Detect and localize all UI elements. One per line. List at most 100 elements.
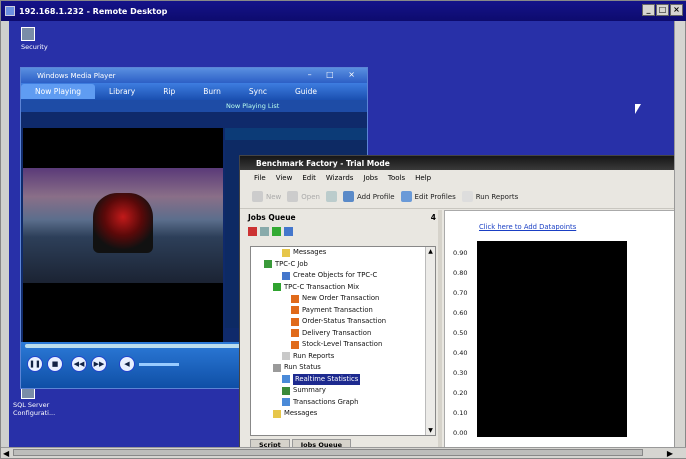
mute-icon[interactable]: ◀ <box>119 356 135 372</box>
mouse-pointer-icon <box>635 104 641 114</box>
tree-node[interactable]: Payment Transaction <box>251 305 435 317</box>
menu-wizards[interactable]: Wizards <box>326 174 354 182</box>
new-button[interactable]: New <box>252 191 281 202</box>
media-player-window-controls[interactable]: – □ × <box>308 70 361 79</box>
tree-node[interactable]: TPC-C Job <box>251 259 435 271</box>
desktop-icon-security[interactable]: Security <box>21 27 48 51</box>
run-reports-button[interactable]: Run Reports <box>461 191 518 202</box>
horizontal-scrollbar[interactable]: ◀ ▶ <box>1 447 686 458</box>
tab-guide[interactable]: Guide <box>281 87 331 96</box>
scroll-left-icon[interactable]: ◀ <box>3 449 9 458</box>
tree-node-label: Summary <box>293 386 326 394</box>
transaction-icon <box>291 329 299 338</box>
menu-file[interactable]: File <box>254 174 266 182</box>
benchmark-factory-window: Benchmark Factory - Trial Mode File View… <box>239 155 679 452</box>
tree-node[interactable]: Summary <box>251 385 435 397</box>
bf-title-bar: Benchmark Factory - Trial Mode <box>240 156 678 170</box>
save-button[interactable] <box>325 191 337 202</box>
tree-node-label: TPC-C Job <box>275 259 308 268</box>
tree-node[interactable]: Messages <box>251 408 435 420</box>
tree-node[interactable]: Run Reports <box>251 351 435 363</box>
menu-view[interactable]: View <box>276 174 293 182</box>
remote-desktop-title-bar: 192.168.1.232 - Remote Desktop _ □ × <box>1 1 686 21</box>
edit-profiles-button[interactable]: Edit Profiles <box>400 191 456 202</box>
tab-sync[interactable]: Sync <box>235 87 281 96</box>
delete-job-icon[interactable] <box>248 226 257 236</box>
transaction-icon <box>291 317 299 326</box>
tree-node-label: Run Reports <box>293 351 335 360</box>
tree-scrollbar[interactable]: ▲ ▼ <box>425 247 435 435</box>
stop-job-icon[interactable] <box>260 226 269 236</box>
run-job-icon[interactable] <box>272 226 281 236</box>
add-profile-icon <box>342 191 354 202</box>
y-tick-label: 0.90 <box>453 249 468 257</box>
previous-icon[interactable]: ◀◀ <box>71 356 87 372</box>
schedule-job-icon[interactable] <box>284 226 293 236</box>
new-label: New <box>266 192 282 201</box>
scroll-thumb[interactable] <box>13 449 643 456</box>
y-tick-label: 0.30 <box>453 369 468 377</box>
panel-splitter[interactable] <box>438 210 442 450</box>
y-tick-label: 0.80 <box>453 269 468 277</box>
run-reports-icon <box>282 352 290 361</box>
close-button[interactable]: × <box>670 4 683 16</box>
minimize-button[interactable]: _ <box>642 4 655 16</box>
media-player-subbar: Now Playing List <box>21 100 367 112</box>
race-car-image <box>93 193 153 253</box>
pin-icon[interactable]: 4 <box>431 213 436 222</box>
tree-node[interactable]: Realtime Statistics <box>251 373 435 385</box>
tree-node[interactable]: Messages <box>251 247 435 259</box>
tree-node[interactable]: Stock-Level Transaction <box>251 339 435 351</box>
tab-library[interactable]: Library <box>95 87 149 96</box>
menu-help[interactable]: Help <box>415 174 431 182</box>
menu-tools[interactable]: Tools <box>388 174 405 182</box>
jobs-tree[interactable]: Messages TPC-C Job Create Objects for TPC-… <box>250 246 436 436</box>
tree-node-label: Transactions Graph <box>293 397 359 406</box>
maximize-button[interactable]: □ <box>656 4 669 16</box>
y-tick-label: 0.60 <box>453 309 468 317</box>
pause-icon[interactable]: ❚❚ <box>27 356 43 372</box>
tree-node[interactable]: New Order Transaction <box>251 293 435 305</box>
next-icon[interactable]: ▶▶ <box>91 356 107 372</box>
menu-edit[interactable]: Edit <box>302 174 316 182</box>
vertical-scrollbar[interactable] <box>674 21 685 449</box>
add-datapoints-link[interactable]: Click here to Add Datapoints <box>479 223 576 231</box>
tab-now-playing[interactable]: Now Playing <box>21 84 95 99</box>
tree-node-label: Payment Transaction <box>302 305 373 314</box>
new-icon <box>252 191 263 202</box>
tree-node[interactable]: TPC-C Transaction Mix <box>251 282 435 294</box>
playlist-header[interactable]: Now Playing List <box>226 102 279 110</box>
left-border <box>1 21 9 449</box>
desktop-icon-sql-server[interactable]: SQL Server Configurati... <box>13 385 55 417</box>
stop-icon[interactable]: ■ <box>47 356 63 372</box>
playlist-item[interactable] <box>225 128 367 140</box>
job-icon <box>264 260 272 269</box>
realtime-statistics-panel: Click here to Add Datapoints 0.90 0.80 0.7… <box>444 210 676 450</box>
jobs-queue-header: Jobs Queue 4 <box>244 210 440 224</box>
realtime-stats-icon <box>282 375 290 384</box>
menu-bar: File View Edit Wizards Jobs Tools Help <box>240 170 678 185</box>
tree-node[interactable]: Delivery Transaction <box>251 328 435 340</box>
scroll-down-icon[interactable]: ▼ <box>426 426 435 435</box>
open-button[interactable]: Open <box>287 191 320 202</box>
tree-node-label: Realtime Statistics <box>293 373 361 385</box>
volume-slider[interactable] <box>139 363 179 366</box>
menu-jobs[interactable]: Jobs <box>363 174 377 182</box>
y-tick-label: 0.40 <box>453 349 468 357</box>
tree-node[interactable]: Order-Status Transaction <box>251 316 435 328</box>
tree-node[interactable]: Run Status <box>251 362 435 374</box>
tree-node[interactable]: Transactions Graph <box>251 397 435 409</box>
y-tick-label: 0.20 <box>453 389 468 397</box>
add-profile-button[interactable]: Add Profile <box>342 191 395 202</box>
y-tick-label: 0.00 <box>453 429 468 437</box>
tree-node-label: Messages <box>293 248 327 256</box>
jobs-queue-toolbar <box>244 224 440 238</box>
tab-burn[interactable]: Burn <box>189 87 235 96</box>
tab-rip[interactable]: Rip <box>149 87 189 96</box>
bf-title: Benchmark Factory - Trial Mode <box>256 158 390 168</box>
scroll-up-icon[interactable]: ▲ <box>426 247 435 256</box>
tree-node-label: TPC-C Transaction Mix <box>284 282 360 291</box>
scroll-right-icon[interactable]: ▶ <box>667 449 673 458</box>
media-player-tabs: Now Playing Library Rip Burn Sync Guide <box>21 83 367 100</box>
tree-node[interactable]: Create Objects for TPC-C <box>251 270 435 282</box>
